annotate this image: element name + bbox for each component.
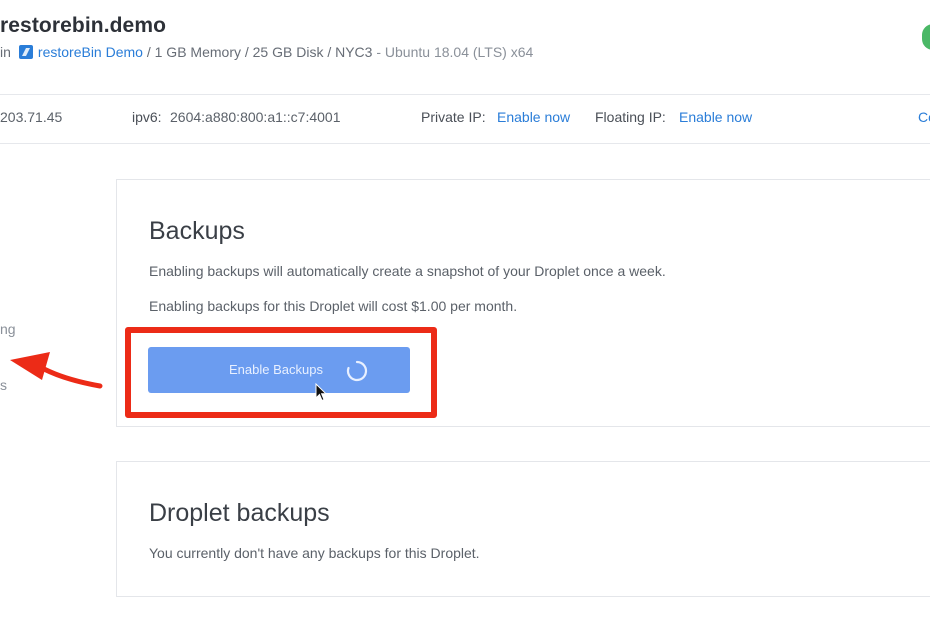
private-ip-label: Private IP:: [421, 109, 486, 125]
spinner-icon: [346, 360, 368, 382]
droplet-backups-title: Droplet backups: [149, 499, 330, 527]
ipv4-value: 203.71.45: [0, 109, 63, 125]
sidebar-item-fragment[interactable]: ng: [0, 321, 16, 337]
droplet-specs: / 1 GB Memory / 25 GB Disk / NYC3: [146, 44, 373, 60]
floating-ip-enable-link[interactable]: Enable now: [679, 109, 752, 125]
project-icon: [18, 45, 33, 59]
in-prefix: in: [0, 44, 11, 60]
enable-backups-label: Enable Backups: [229, 362, 323, 377]
droplet-subline: in restoreBin Demo / 1 GB Memory / 25 GB …: [0, 44, 533, 60]
backups-title: Backups: [149, 217, 245, 245]
status-toggle[interactable]: [922, 24, 930, 50]
enable-backups-button[interactable]: Enable Backups: [148, 347, 410, 393]
ipv6-value: 2604:a880:800:a1::c7:4001: [170, 109, 341, 125]
ipv6-label: ipv6:: [132, 109, 162, 125]
project-link[interactable]: restoreBin Demo: [38, 44, 143, 60]
floating-ip-label: Floating IP:: [595, 109, 666, 125]
backups-description: Enabling backups will automatically crea…: [149, 263, 666, 279]
console-link[interactable]: Co: [918, 109, 930, 125]
private-ip-enable-link[interactable]: Enable now: [497, 109, 570, 125]
annotation-arrow: [10, 352, 103, 389]
droplet-backups-empty-text: You currently don't have any backups for…: [149, 545, 480, 561]
ip-bar: 203.71.45 ipv6: 2604:a880:800:a1::c7:400…: [0, 94, 930, 144]
backups-cost: Enabling backups for this Droplet will c…: [149, 298, 518, 314]
droplet-backups-card: Droplet backups You currently don't have…: [116, 461, 930, 597]
droplet-os: - Ubuntu 18.04 (LTS) x64: [376, 44, 534, 60]
cursor-icon: [315, 383, 327, 402]
droplet-name: restorebin.demo: [0, 14, 167, 37]
sidebar-item-fragment[interactable]: s: [0, 377, 7, 393]
droplet-header: restorebin.demo in restoreBin Demo / 1 GB…: [0, 0, 930, 92]
